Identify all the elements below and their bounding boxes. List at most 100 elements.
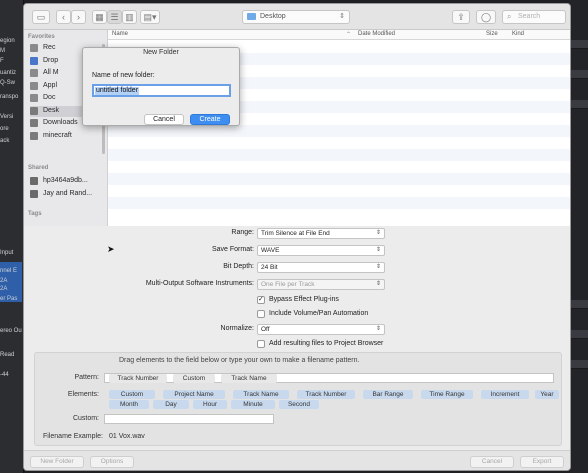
pattern-token[interactable]: Track Number (109, 374, 167, 383)
chevron-updown-icon: ⇕ (375, 264, 381, 270)
pattern-element-chip[interactable]: Minute (231, 400, 275, 409)
forward-button[interactable]: › (71, 10, 86, 24)
search-field[interactable]: ⌕ Search (502, 10, 566, 24)
desktop-icon (30, 106, 38, 115)
folder-name-input[interactable]: untitled folder (92, 84, 231, 97)
background-app-text: 2A (0, 286, 8, 292)
view-list-button[interactable]: ☰ (107, 10, 122, 24)
chevron-updown-icon: ⇕ (375, 326, 381, 332)
pattern-element-chip[interactable]: Day (153, 400, 189, 409)
background-app-text: F (0, 58, 4, 64)
background-app-text: ack (0, 138, 10, 144)
save-format-label: Save Format: (211, 246, 254, 253)
pattern-element-chip[interactable]: Time Range (421, 390, 473, 399)
file-list-row[interactable] (108, 125, 570, 137)
folder-name-value: untitled folder (95, 87, 140, 95)
options-button[interactable]: Options (90, 456, 134, 468)
bit-depth-label: Bit Depth: (223, 263, 254, 270)
pattern-token[interactable]: Custom (173, 374, 215, 383)
background-app-text: er Pas (0, 296, 18, 302)
normalize-popup[interactable]: Off ⇕ (257, 324, 385, 335)
file-list-row[interactable] (108, 209, 570, 221)
pattern-element-chip[interactable]: Bar Range (363, 390, 413, 399)
view-column-button[interactable]: ▥ (122, 10, 137, 24)
pattern-element-chip[interactable]: Custom (109, 390, 155, 399)
bit-depth-popup[interactable]: 24 Bit ⇕ (257, 262, 385, 273)
tags-button[interactable]: ◯ (476, 10, 496, 24)
pattern-element-chip[interactable]: Second (279, 400, 319, 409)
background-app-text: -44 (0, 372, 9, 378)
location-label: Desktop (260, 13, 286, 20)
custom-field[interactable] (104, 414, 274, 424)
sidebar-toggle-button[interactable]: ▭ (32, 10, 50, 24)
background-app-text: egion (0, 38, 15, 44)
file-list-row[interactable] (108, 161, 570, 173)
sidebar-item-label: Downloads (43, 119, 78, 126)
sidebar-item-label: hp3464a9db... (43, 177, 88, 184)
pattern-field[interactable]: Track Number Custom Track Name (104, 373, 554, 383)
sidebar-item-minecraft[interactable]: minecraft (30, 131, 106, 142)
chevron-left-icon: ‹ (62, 12, 65, 22)
pattern-element-chip[interactable]: Month (109, 400, 149, 409)
file-list-row[interactable] (108, 197, 570, 209)
pattern-element-chip[interactable]: Year (535, 390, 559, 399)
sidebar-item-label: Rec (43, 44, 56, 51)
file-list-row[interactable] (108, 149, 570, 161)
save-format-value: WAVE (261, 247, 280, 254)
sidebar-item-label: minecraft (43, 131, 72, 139)
cancel-button[interactable]: Cancel (470, 456, 514, 468)
bypass-effects-label: Bypass Effect Plug-ins (269, 296, 339, 303)
chevron-updown-icon: ⇕ (339, 13, 345, 20)
background-track-bar (570, 70, 588, 79)
pattern-element-chip[interactable]: Hour (193, 400, 227, 409)
column-size[interactable]: Size (486, 31, 498, 37)
arrange-button[interactable]: ▤▾ (140, 10, 160, 24)
export-dialog: ▭ ‹ › ▦ ☰ ▥ ▤▾ Desktop ⇕ ⇪ ◯ ⌕ Search Fa… (23, 3, 571, 471)
sidebar-item-label: Desk (43, 106, 59, 114)
pattern-element-chip[interactable]: Project Name (163, 390, 225, 399)
background-app-text: M (0, 48, 5, 54)
column-name[interactable]: Name (112, 31, 128, 37)
location-popup[interactable]: Desktop ⇕ (242, 10, 350, 24)
export-button[interactable]: Export (520, 456, 564, 468)
multi-output-label: Multi-Output Software Instruments: (145, 280, 254, 287)
sidebar-item-label: All M (43, 69, 59, 76)
sidebar-item-label: Jay and Rand... (43, 190, 93, 197)
pattern-element-chip[interactable]: Track Number (297, 390, 355, 399)
add-to-browser-checkbox[interactable] (257, 340, 265, 348)
file-list-row[interactable] (108, 185, 570, 197)
pattern-token[interactable]: Track Name (221, 374, 277, 383)
save-format-popup[interactable]: WAVE ⇕ (257, 245, 385, 256)
file-icon (30, 69, 38, 77)
elements-label: Elements: (67, 391, 99, 398)
sidebar-shared-item[interactable]: hp3464a9db... (30, 176, 106, 187)
multi-output-value: One File per Track (261, 281, 315, 288)
file-list-row[interactable] (108, 137, 570, 149)
folder-icon (247, 13, 256, 20)
search-placeholder: Search (518, 13, 541, 20)
column-kind[interactable]: Kind (512, 31, 524, 37)
new-folder-title: New Folder (143, 49, 179, 56)
pattern-element-chip[interactable]: Increment (481, 390, 529, 399)
background-app-right (570, 0, 588, 473)
sort-indicator-icon: ⌃ (346, 32, 352, 38)
dropbox-icon (30, 56, 38, 65)
column-date-modified[interactable]: Date Modified (358, 31, 395, 37)
file-list-row[interactable] (108, 173, 570, 185)
sidebar-shared-item[interactable]: Jay and Rand... (30, 189, 106, 200)
create-folder-button[interactable]: Create (190, 114, 230, 125)
new-folder-button[interactable]: New Folder (30, 456, 84, 468)
custom-label: Custom: (72, 415, 99, 422)
multi-output-popup[interactable]: One File per Track ⇕ (257, 279, 385, 290)
pattern-element-chip[interactable]: Track Name (233, 390, 289, 399)
bypass-effects-checkbox[interactable] (257, 295, 265, 304)
back-button[interactable]: ‹ (56, 10, 71, 24)
view-icon-button[interactable]: ▦ (92, 10, 107, 24)
range-popup[interactable]: Trim Silence at File End ⇕ (257, 228, 385, 239)
folder-icon (30, 131, 38, 140)
share-button[interactable]: ⇪ (452, 10, 470, 24)
normalize-label: Normalize: (220, 325, 254, 332)
columns-icon: ▥ (125, 12, 134, 22)
include-volpan-checkbox[interactable] (257, 310, 265, 318)
new-folder-cancel-button[interactable]: Cancel (144, 114, 184, 125)
